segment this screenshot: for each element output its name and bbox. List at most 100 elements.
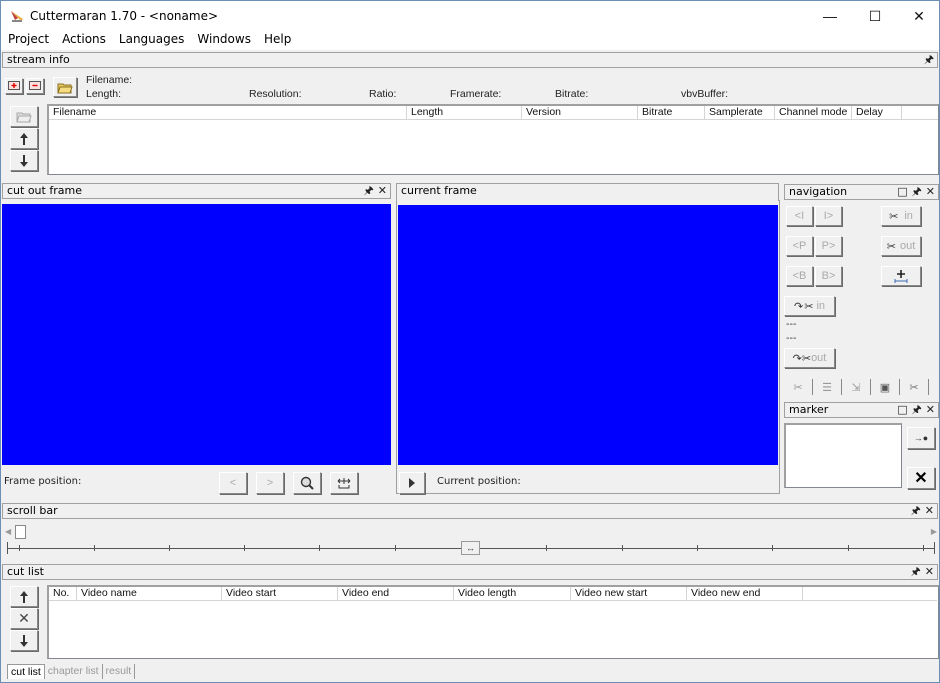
list-icon[interactable]: ☰: [813, 381, 841, 394]
next-i-frame-button[interactable]: I>: [815, 206, 842, 226]
current-frame-video: [398, 205, 778, 465]
column-video-new-start[interactable]: Video new start: [571, 587, 687, 601]
menu-project[interactable]: Project: [1, 31, 55, 50]
marker-dock-title[interactable]: marker □ 🖈 ✕: [784, 402, 939, 418]
set-cut-out-button[interactable]: ✂ out: [881, 236, 921, 256]
move-audio-down-button[interactable]: [10, 150, 38, 171]
column-no[interactable]: No.: [49, 587, 77, 601]
scroll-bar-dock-title[interactable]: scroll bar 🖈 ✕: [2, 503, 938, 519]
chevron-left-icon: <: [229, 477, 237, 489]
fit-width-icon: [337, 478, 351, 489]
cut-out-frame-dock-title[interactable]: cut out frame 🖈 ✕: [2, 183, 391, 199]
prev-b-frame-button[interactable]: <B: [786, 266, 813, 286]
column-video-start[interactable]: Video start: [222, 587, 338, 601]
add-cut-button[interactable]: [881, 266, 921, 286]
remove-video-button[interactable]: [26, 78, 44, 94]
column-channel-mode[interactable]: Channel mode: [775, 106, 852, 120]
goto-in-label: in: [816, 300, 825, 312]
scroll-thumb[interactable]: [15, 525, 26, 539]
slider-handle[interactable]: ↔: [461, 541, 480, 555]
pin-icon[interactable]: 🖈: [911, 565, 921, 578]
audio-stream-list[interactable]: Filename Length Version Bitrate Samplera…: [47, 104, 939, 175]
pin-icon[interactable]: 🖈: [912, 185, 922, 198]
goto-arrow-icon: ↷: [792, 352, 802, 365]
pin-icon[interactable]: 🖈: [912, 403, 922, 416]
pin-icon[interactable]: 🖈: [364, 184, 374, 197]
main-window: Cuttermaran 1.70 - <noname> — ☐ ✕ Projec…: [0, 0, 940, 683]
maximize-button[interactable]: ☐: [853, 1, 897, 31]
scroll-right-icon[interactable]: ▶: [931, 527, 937, 536]
delete-cut-button[interactable]: ✕: [10, 608, 38, 629]
tab-chapter-list[interactable]: chapter list: [45, 664, 103, 679]
column-video-new-end[interactable]: Video new end: [687, 587, 803, 601]
cut-frame-icon[interactable]: ✂: [784, 381, 812, 394]
close-icon[interactable]: ✕: [926, 403, 935, 416]
column-bitrate[interactable]: Bitrate: [638, 106, 705, 120]
pin-icon[interactable]: 🖈: [924, 53, 934, 66]
move-cut-down-button[interactable]: [10, 630, 38, 651]
close-icon[interactable]: ✕: [378, 184, 387, 197]
cut-frame-next-button[interactable]: >: [256, 472, 284, 494]
slider-tick: [244, 545, 245, 551]
set-cut-in-button[interactable]: ✂ in: [881, 206, 921, 226]
prev-i-frame-button[interactable]: <I: [786, 206, 813, 226]
column-video-end[interactable]: Video end: [338, 587, 454, 601]
column-video-name[interactable]: Video name: [77, 587, 222, 601]
close-icon[interactable]: ✕: [925, 504, 934, 517]
pin-icon[interactable]: 🖈: [911, 504, 921, 517]
fit-frame-button[interactable]: [330, 472, 358, 494]
play-button[interactable]: [399, 472, 425, 494]
close-button[interactable]: ✕: [897, 1, 939, 31]
move-audio-up-button[interactable]: [10, 128, 38, 149]
scissors-icon: ✂: [804, 300, 814, 313]
scissors-icon[interactable]: ✂: [900, 381, 928, 394]
zoom-frame-button[interactable]: [293, 472, 321, 494]
cut-frame-prev-button[interactable]: <: [219, 472, 247, 494]
tab-cut-list[interactable]: cut list: [7, 664, 45, 679]
goto-marker-button[interactable]: →●: [907, 427, 935, 449]
marker-list[interactable]: [784, 423, 902, 488]
next-p-frame-button[interactable]: P>: [815, 236, 842, 256]
cut-list-header: No. Video name Video start Video end Vid…: [49, 587, 937, 601]
cut-out-value: ---: [786, 332, 797, 344]
chevron-right-icon: >: [266, 477, 274, 489]
cut-list-title: cut list: [7, 565, 44, 578]
close-icon[interactable]: ✕: [926, 185, 935, 198]
cut-list-dock-title[interactable]: cut list 🖈 ✕: [2, 564, 938, 580]
column-length[interactable]: Length: [407, 106, 522, 120]
export-icon[interactable]: ⇲: [842, 381, 870, 394]
minimize-button[interactable]: —: [808, 1, 852, 31]
stream-info-dock-title[interactable]: stream info 🖈: [2, 52, 938, 68]
menu-help[interactable]: Help: [257, 31, 297, 50]
slider-tick: [697, 545, 698, 551]
cut-list-table[interactable]: No. Video name Video start Video end Vid…: [47, 585, 939, 659]
goto-cut-out-button[interactable]: ↷ ✂ out: [784, 348, 835, 368]
scroll-left-icon[interactable]: ◀: [5, 527, 11, 536]
column-video-length[interactable]: Video length: [454, 587, 571, 601]
open-video-button[interactable]: [53, 77, 77, 97]
close-icon[interactable]: ✕: [925, 565, 934, 578]
goto-cut-in-button[interactable]: ↷ ✂ in: [784, 296, 835, 316]
title-bar[interactable]: Cuttermaran 1.70 - <noname> — ☐ ✕: [1, 1, 939, 31]
prev-p-frame-button[interactable]: <P: [786, 236, 813, 256]
open-audio-button[interactable]: [10, 106, 38, 127]
column-samplerate[interactable]: Samplerate: [705, 106, 775, 120]
current-frame-dock-title[interactable]: current frame: [396, 183, 779, 201]
menu-actions[interactable]: Actions: [55, 31, 112, 50]
add-video-button[interactable]: [5, 78, 23, 94]
frame-scrollbar[interactable]: ◀ ▶: [5, 525, 937, 539]
column-version[interactable]: Version: [522, 106, 638, 120]
float-icon[interactable]: □: [897, 185, 907, 198]
position-slider[interactable]: ↔: [7, 541, 935, 555]
next-b-frame-button[interactable]: B>: [815, 266, 842, 286]
tab-result[interactable]: result: [103, 664, 136, 679]
navigation-dock-title[interactable]: navigation □ 🖈 ✕: [784, 184, 939, 200]
move-cut-up-button[interactable]: [10, 586, 38, 607]
column-filename[interactable]: Filename: [49, 106, 407, 120]
monitor-icon[interactable]: ▣: [871, 381, 899, 394]
delete-marker-button[interactable]: ✕: [907, 467, 935, 489]
column-delay[interactable]: Delay: [852, 106, 902, 120]
menu-windows[interactable]: Windows: [190, 31, 257, 50]
menu-languages[interactable]: Languages: [112, 31, 190, 50]
float-icon[interactable]: □: [897, 403, 907, 416]
